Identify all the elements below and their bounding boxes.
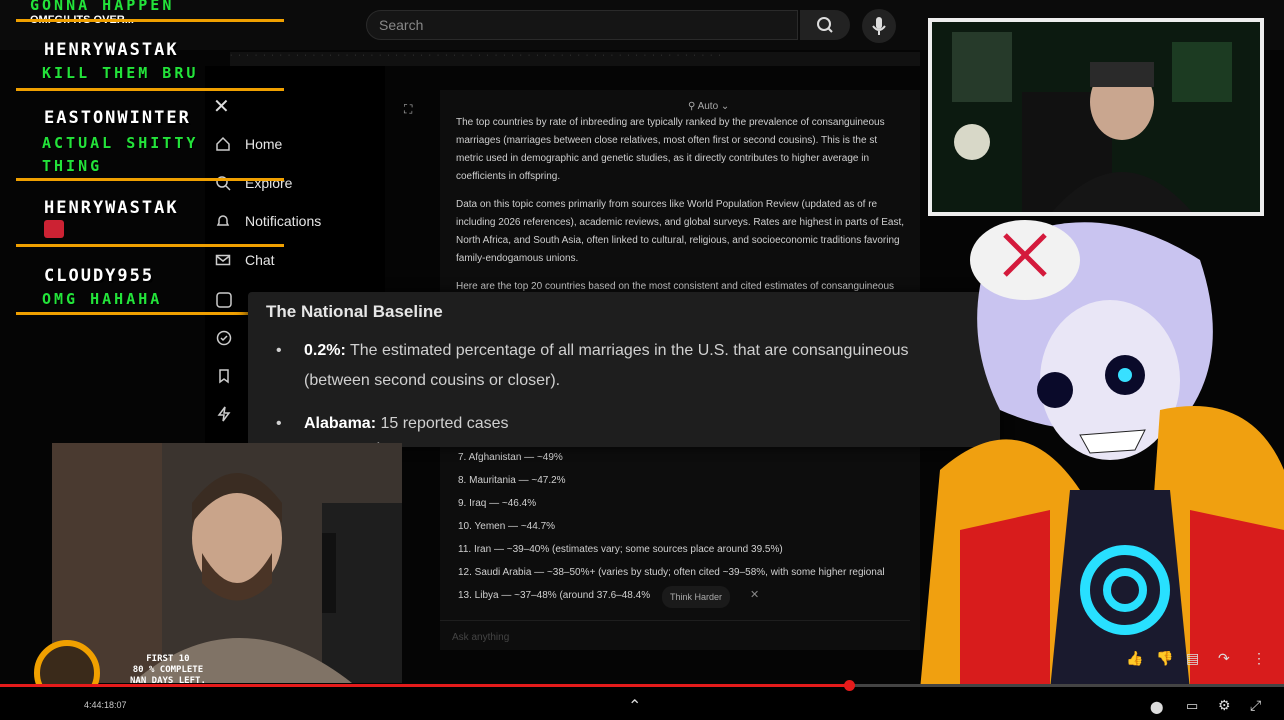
bell-icon	[216, 215, 230, 226]
chat-message: OMG HAHAHA	[42, 290, 163, 308]
bullet-text: (between second cousins or closer).	[304, 372, 561, 389]
chat-message: KILL THEM BRU	[42, 64, 199, 82]
mail-icon	[215, 254, 231, 266]
webcam-image	[52, 443, 402, 683]
fullscreen-icon[interactable]: ⤢	[1250, 697, 1261, 714]
player-controls-bar	[0, 687, 1284, 720]
seek-bar-progress	[0, 684, 848, 687]
list-item: 9. Iraq — ~46.4%	[458, 498, 537, 509]
lightning-icon[interactable]	[216, 406, 232, 427]
ranking-list: 7. Afghanistan — ~49% 8. Mauritania — ~4…	[458, 446, 885, 607]
sidebar-item-label: Chat	[245, 252, 275, 268]
sidebar-item-label: Notifications	[245, 213, 322, 229]
bookmark-icon[interactable]	[216, 368, 232, 389]
sidebar-item-label: Home	[245, 136, 283, 152]
webcam-image	[932, 22, 1260, 212]
bullet-label: 0.2%:	[304, 342, 346, 359]
mode-label: Auto	[697, 101, 719, 112]
browser-tab-strip: · · · · · · · · · · · · · · · · · · · · …	[230, 52, 920, 66]
comment-icon[interactable]: ▤	[1186, 650, 1199, 667]
chevron-up-icon[interactable]: ⌃	[628, 696, 641, 716]
expand-icon[interactable]: ⛶	[404, 100, 412, 118]
like-icon[interactable]: 👍	[1126, 650, 1143, 667]
list-item: 12. Saudi Arabia — ~38–50%+ (varies by s…	[458, 567, 885, 578]
bullet-label: Alabama:	[304, 415, 377, 432]
sidebar-item-explore[interactable]: Explore	[215, 169, 292, 197]
subtitles-icon[interactable]: ▭	[1186, 698, 1198, 714]
vtuber-avatar	[900, 210, 1284, 690]
x-logo-icon[interactable]: ✕	[213, 94, 230, 119]
chat-username: CLOUDY955	[44, 266, 155, 286]
list-item: 8. Mauritania — ~47.2%	[458, 475, 566, 486]
grok-icon[interactable]	[216, 292, 232, 313]
chat-divider	[16, 88, 284, 91]
search-button[interactable]	[800, 10, 850, 40]
chat-divider	[16, 178, 284, 181]
seek-handle[interactable]	[844, 680, 855, 691]
close-icon[interactable]: ✕	[750, 586, 759, 604]
bullet-item: • Alabama: 15 reported cases	[276, 415, 509, 432]
voice-search-button[interactable]	[862, 9, 896, 43]
share-icon[interactable]: ↷	[1218, 650, 1230, 667]
verified-icon[interactable]	[216, 330, 232, 351]
search-input[interactable]: Search	[366, 10, 798, 40]
card-title: The National Baseline	[266, 302, 443, 321]
paragraph: The top countries by rate of inbreeding …	[456, 117, 885, 182]
time-display: 4:44:18:07	[84, 700, 127, 710]
sidebar-item-notifications[interactable]: Notifications	[215, 207, 321, 235]
bullet-text: 15 reported cases	[376, 415, 509, 432]
chat-username: HENRYWASTAK	[44, 40, 179, 60]
bullet-text: The estimated percentage of all marriage…	[345, 342, 909, 359]
goal-progress: 80 % COMPLETE	[132, 665, 204, 675]
chat-divider	[16, 312, 284, 315]
sidebar-item-home[interactable]: Home	[215, 130, 282, 158]
chat-username: EASTONWINTER	[44, 108, 191, 128]
paragraph: Data on this topic comes primarily from …	[456, 199, 905, 264]
chat-divider	[16, 244, 284, 247]
search-icon	[817, 17, 833, 33]
microphone-icon	[872, 17, 886, 35]
webcam-streamer-bottom	[52, 443, 402, 683]
sidebar-item-chat[interactable]: Chat	[215, 246, 275, 274]
settings-gear-icon[interactable]: ⚙	[1218, 697, 1231, 714]
chat-message: GONNA HAPPEN	[30, 0, 175, 14]
autoplay-toggle[interactable]: ⬤	[1150, 700, 1163, 714]
chat-divider	[16, 19, 284, 22]
think-harder-button[interactable]: Think Harder	[662, 586, 731, 608]
chat-message: ACTUAL SHITTY THING	[42, 134, 199, 175]
goal-widget: FIRST 10 80 % COMPLETE NAN DAYS LEFT.	[130, 654, 206, 687]
chat-username: HENRYWASTAK	[44, 198, 179, 218]
home-icon	[216, 136, 230, 151]
dislike-icon[interactable]: 👎	[1156, 650, 1173, 667]
goal-title: FIRST 10	[146, 654, 190, 664]
more-options-icon[interactable]: ⋮	[1252, 650, 1266, 667]
mode-selector[interactable]: ⚲ Auto ⌄	[688, 98, 729, 116]
list-item: 7. Afghanistan — ~49%	[458, 452, 563, 463]
webcam-streamer-top	[928, 18, 1264, 216]
ask-input[interactable]: Ask anything	[440, 620, 910, 650]
list-item: 11. Iran — ~39–40% (estimates vary; some…	[458, 544, 783, 555]
bullet-item: • 0.2%: The estimated percentage of all m…	[276, 342, 909, 389]
emote-icon	[44, 220, 64, 238]
list-item: 10. Yemen — ~44.7%	[458, 521, 556, 532]
national-baseline-card: The National Baseline • 0.2%: The estimat…	[248, 292, 1000, 447]
